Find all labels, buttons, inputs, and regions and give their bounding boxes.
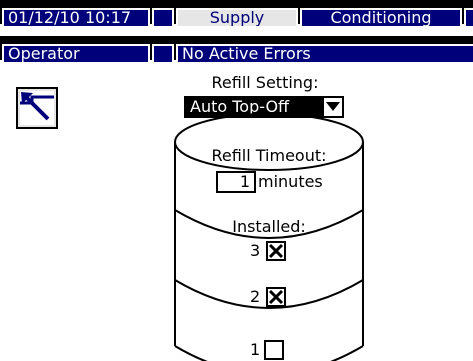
datetime-display: 01/12/10 10:17 bbox=[2, 8, 150, 28]
checked-x-icon bbox=[268, 289, 284, 305]
main-panel: Refill Setting: Auto Top-Off Refill Time… bbox=[0, 66, 473, 361]
level-2-checkbox[interactable] bbox=[266, 287, 286, 307]
tab-overflow[interactable] bbox=[464, 8, 473, 28]
tab-supply[interactable]: Supply bbox=[176, 8, 298, 28]
tank-drum-graphic bbox=[174, 113, 364, 361]
tab-conditioning[interactable]: Conditioning bbox=[300, 8, 462, 28]
level-3-checkbox[interactable] bbox=[266, 241, 286, 261]
error-status: No Active Errors bbox=[176, 44, 473, 64]
checked-x-icon bbox=[268, 243, 284, 259]
header-spacer bbox=[152, 44, 174, 64]
refill-timeout-label: Refill Timeout: bbox=[211, 146, 327, 165]
level-number: 2 bbox=[250, 287, 261, 306]
level-number: 3 bbox=[250, 241, 261, 260]
level-1-checkbox[interactable] bbox=[264, 340, 284, 360]
refill-timeout-unit: minutes bbox=[258, 172, 323, 191]
installed-label: Installed: bbox=[232, 217, 306, 236]
level-number: 1 bbox=[250, 340, 261, 359]
header-spacer bbox=[152, 8, 174, 28]
refill-timeout-input[interactable]: 1 bbox=[216, 171, 256, 193]
user-role: Operator bbox=[2, 44, 150, 64]
